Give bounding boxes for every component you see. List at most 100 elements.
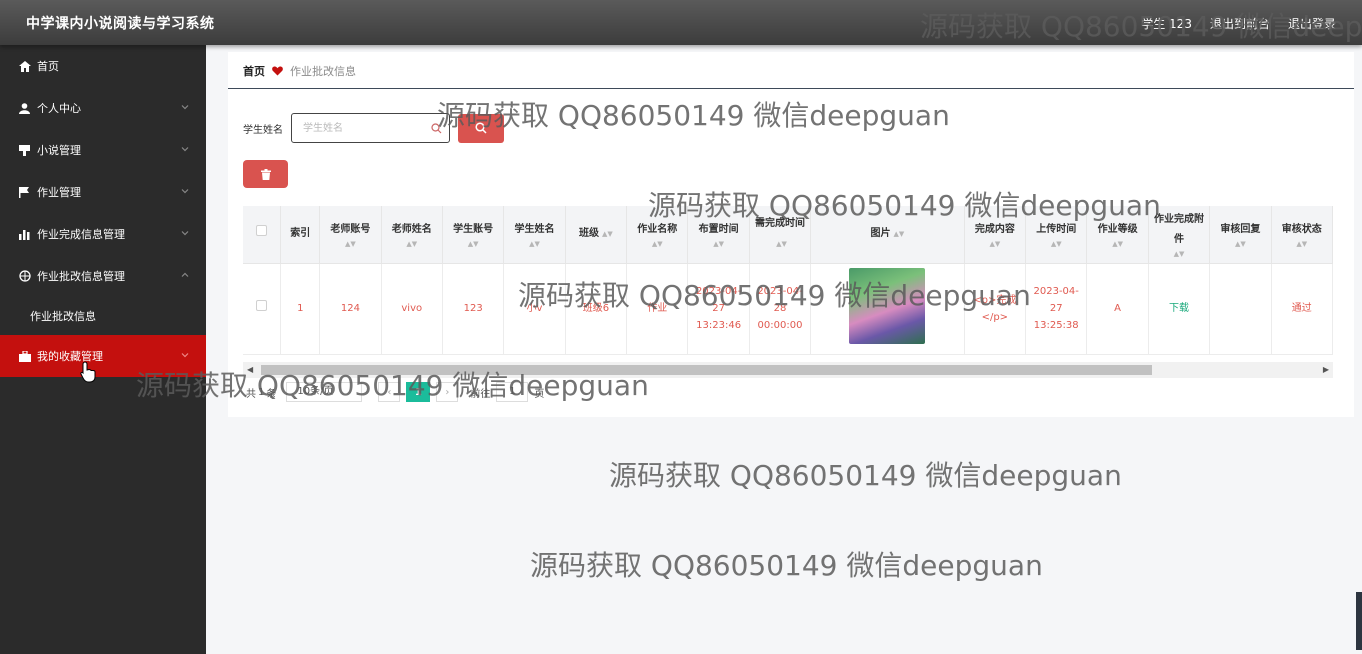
top-right-links: 学生 123 退出到前台 退出登录 [1141, 15, 1336, 32]
sort-icon[interactable]: ▲▼ [323, 240, 377, 249]
sidebar-item-label: 作业管理 [37, 186, 81, 199]
sort-icon[interactable]: ▲▼ [1029, 240, 1083, 249]
sort-icon[interactable]: ▲▼ [446, 240, 500, 249]
breadcrumb-current: 作业批改信息 [290, 65, 356, 78]
col-header[interactable]: 班级 ▲▼ [565, 206, 628, 264]
sort-icon[interactable]: ▲▼ [507, 240, 561, 249]
sort-icon[interactable]: ▲▼ [968, 240, 1022, 249]
col-header[interactable]: 图片 ▲▼ [810, 206, 965, 264]
search-button[interactable] [458, 113, 504, 143]
table-header-row: 索引 老师账号 ▲▼ 老师姓名 ▲▼ 学生账号 ▲▼ 学生姓名 ▲▼ 班级 ▲▼ 作业名称… [243, 206, 1333, 264]
sort-icon[interactable]: ▲▼ [776, 240, 787, 248]
sidebar-item-homework-management[interactable]: 作业管理 [0, 171, 206, 213]
download-link[interactable]: 下载 [1169, 303, 1189, 314]
sort-icon[interactable]: ▲▼ [630, 240, 684, 249]
next-page-button[interactable]: › [436, 382, 459, 402]
sort-icon[interactable]: ▲▼ [1213, 240, 1267, 249]
cell-homework-name: 作业 [626, 263, 689, 355]
breadcrumb-home[interactable]: 首页 [243, 63, 265, 79]
current-user-label: 学生 123 [1141, 17, 1192, 31]
pagination-total-prefix: 共 [246, 388, 256, 400]
scroll-right-icon[interactable]: ▶ [1323, 365, 1329, 374]
chevron-down-icon [181, 189, 189, 194]
cell-review-reply [1209, 263, 1272, 355]
app-title: 中学课内小说阅读与学习系统 [26, 16, 215, 32]
page-number-current[interactable]: 1 [406, 382, 431, 402]
homework-image[interactable] [849, 267, 926, 344]
goto-page-input[interactable]: 1 [496, 382, 529, 402]
col-header[interactable]: 完成内容 ▲▼ [964, 206, 1027, 264]
flag-icon [18, 186, 31, 199]
col-header[interactable]: 作业完成附件 ▲▼ [1148, 206, 1211, 264]
home-icon [18, 60, 31, 73]
search-label: 学生姓名 [243, 124, 283, 136]
col-header[interactable]: 审核状态 ▲▼ [1271, 206, 1333, 264]
cell-grade: A [1086, 263, 1149, 355]
search-box [291, 113, 450, 143]
col-header[interactable]: 学生姓名 ▲▼ [503, 206, 566, 264]
row-checkbox[interactable] [256, 300, 268, 311]
col-header[interactable]: 上传时间 ▲▼ [1025, 206, 1088, 264]
cell-assign-time: 2023-04-27 13:23:46 [687, 263, 750, 355]
sidebar-subitem-grading-info[interactable]: 作业批改信息 [0, 297, 206, 335]
col-header[interactable]: 老师姓名 ▲▼ [381, 206, 443, 264]
sidebar-item-label: 作业批改信息管理 [37, 270, 125, 283]
col-header[interactable]: 作业名称 ▲▼ [626, 206, 689, 264]
main-content: 首页 作业批改信息 学生姓名 学生姓名 索引 老师账号 ▲▼ 老师姓名 ▲▼ 学… [206, 45, 1362, 654]
cell-content: <p>完成</p> [964, 263, 1027, 355]
sidebar-item-novel-management[interactable]: 小说管理 [0, 129, 206, 171]
sidebar-item-grading-info[interactable]: 作业批改信息管理 [0, 255, 206, 297]
pagination-total-suffix: 条 [266, 388, 277, 400]
delete-button[interactable] [243, 160, 288, 188]
pagination-total: 1 [258, 386, 265, 398]
breadcrumb-divider [228, 88, 1354, 89]
pagination: 共 1 条 10条/页 ‹ 1 › 前往 1 页 [246, 382, 544, 402]
prev-page-button[interactable]: ‹ [378, 382, 401, 402]
sort-icon[interactable]: ▲▼ [1090, 240, 1144, 249]
grading-table: 索引 老师账号 ▲▼ 老师姓名 ▲▼ 学生账号 ▲▼ 学生姓名 ▲▼ 班级 ▲▼ 作业名称… [243, 206, 1333, 355]
logout-link[interactable]: 退出登录 [1288, 15, 1336, 32]
col-header[interactable]: 学生账号 ▲▼ [442, 206, 505, 264]
student-name-search-input[interactable] [292, 114, 422, 142]
sort-icon[interactable]: ▲▼ [1152, 250, 1206, 259]
col-header[interactable]: 老师账号 ▲▼ [319, 206, 382, 264]
cell-upload-time: 2023-04-27 13:25:38 [1025, 263, 1088, 355]
briefcase-icon [18, 350, 31, 363]
sidebar: 首页 个人中心 小说管理 作业管理 作业完成信息管理 作业批改信息管理 作业批改… [0, 45, 206, 654]
cell-due-time: 2023-04-28 00:00:00 [749, 263, 812, 355]
sort-icon[interactable]: ▲▼ [385, 240, 439, 249]
sort-icon[interactable]: ▲▼ [1275, 240, 1329, 249]
col-header[interactable]: 布置时间 ▲▼ [687, 206, 750, 264]
cell-attachment: 下载 [1148, 263, 1211, 355]
cell-teacher-account: 124 [319, 263, 382, 355]
exit-to-frontend-link[interactable]: 退出到前台 [1210, 15, 1270, 32]
chevron-down-icon [181, 105, 189, 110]
sort-icon[interactable]: ▲▼ [602, 230, 613, 238]
horizontal-scrollbar[interactable]: ◀ ▶ [243, 362, 1333, 378]
breadcrumb: 首页 作业批改信息 [243, 63, 356, 79]
col-header[interactable]: 需完成时间▲▼ [749, 206, 812, 264]
trash-icon [260, 168, 271, 180]
col-header[interactable]: 作业等级 ▲▼ [1086, 206, 1149, 264]
bar-chart-icon [18, 228, 31, 241]
hand-cursor-icon [80, 361, 96, 383]
sidebar-item-home[interactable]: 首页 [0, 45, 206, 87]
sidebar-item-my-favorites[interactable]: 我的收藏管理 [0, 335, 206, 377]
sort-icon[interactable]: ▲▼ [691, 240, 745, 249]
cell-teacher-name: vivo [381, 263, 443, 355]
cell-student-name: 小v [503, 263, 566, 355]
sort-icon[interactable]: ▲▼ [894, 230, 905, 238]
sidebar-item-label: 小说管理 [37, 144, 81, 157]
scrollbar-thumb[interactable] [261, 365, 1152, 375]
side-drawer-tab[interactable] [1356, 592, 1362, 650]
content-panel: 首页 作业批改信息 学生姓名 学生姓名 索引 老师账号 ▲▼ 老师姓名 ▲▼ 学… [228, 52, 1354, 417]
sidebar-item-label: 作业完成信息管理 [37, 228, 125, 241]
select-all-checkbox[interactable] [256, 225, 268, 237]
sidebar-item-personal-center[interactable]: 个人中心 [0, 87, 206, 129]
table-row[interactable]: 1 124 vivo 123 小v 班级6 作业 2023-04-27 13:2… [243, 263, 1333, 355]
page-size-select[interactable]: 10条/页 [286, 382, 363, 402]
col-header[interactable]: 审核回复 ▲▼ [1209, 206, 1272, 264]
data-table-wrapper: 索引 老师账号 ▲▼ 老师姓名 ▲▼ 学生账号 ▲▼ 学生姓名 ▲▼ 班级 ▲▼ 作业名称… [243, 206, 1333, 372]
sidebar-item-completion-info[interactable]: 作业完成信息管理 [0, 213, 206, 255]
scroll-left-icon[interactable]: ◀ [247, 365, 253, 374]
